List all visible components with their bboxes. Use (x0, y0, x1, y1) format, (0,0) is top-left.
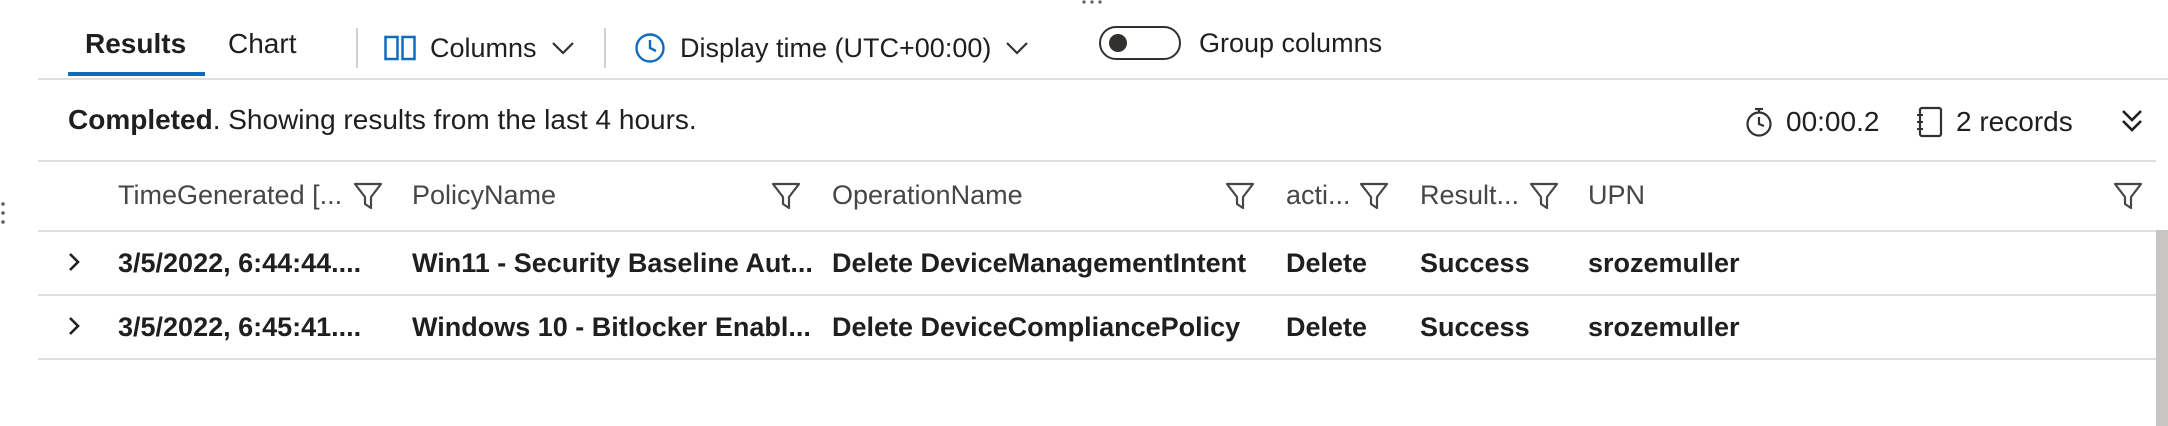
row-divider-line (38, 294, 2156, 296)
stopwatch-icon (1746, 107, 1772, 137)
filter-icon[interactable] (1224, 180, 1256, 212)
table-cell: Delete (1286, 312, 1368, 342)
tab-results[interactable]: Results (85, 28, 186, 60)
column-header-result[interactable]: Result... (1420, 180, 1519, 211)
toolbar-divider (604, 28, 606, 68)
columns-label: Columns (430, 32, 537, 63)
display-time-label: Display time (UTC+00:00) (680, 32, 992, 63)
column-header-timegenerated[interactable]: TimeGenerated [... (118, 180, 342, 211)
pane-resize-handle[interactable] (0, 200, 8, 230)
display-time-dropdown[interactable]: Display time (UTC+00:00) (634, 28, 1029, 68)
columns-icon (384, 35, 416, 61)
status-completed: Completed (68, 104, 213, 135)
table-cell: Delete DeviceManagementIntent (832, 248, 1247, 278)
table-cell: 3/5/2022, 6:44:44.... (118, 248, 362, 278)
chevron-down-icon (551, 42, 574, 55)
row-divider-line (38, 358, 2156, 360)
vertical-scrollbar[interactable] (2156, 230, 2168, 426)
column-header-policyname[interactable]: PolicyName (412, 180, 556, 211)
row-expand-chevron-icon[interactable] (64, 316, 84, 336)
status-message: . Showing results from the last 4 hours. (212, 104, 697, 135)
chevron-down-icon (1006, 42, 1029, 55)
filter-icon[interactable] (2112, 180, 2144, 212)
status-divider-line (38, 160, 2156, 162)
table-cell: Success (1420, 312, 1530, 342)
column-header-action[interactable]: acti... (1286, 180, 1351, 211)
clock-icon (635, 33, 665, 63)
record-count: 2 records (1916, 100, 2073, 144)
tab-chart[interactable]: Chart (228, 28, 296, 60)
notebook-icon (1917, 106, 1943, 138)
records-value: 2 records (1956, 106, 2073, 137)
table-cell: Delete (1286, 248, 1368, 278)
overflow-dots-icon (1082, 0, 1102, 4)
column-header-operationname[interactable]: OperationName (832, 180, 1023, 211)
filter-icon[interactable] (1358, 180, 1390, 212)
query-duration: 00:00.2 (1744, 100, 1879, 144)
table-cell: srozemuller (1588, 248, 1740, 278)
toolbar-divider (356, 28, 358, 68)
toggle-knob (1109, 34, 1127, 52)
duration-value: 00:00.2 (1786, 106, 1880, 137)
active-tab-indicator (68, 72, 205, 76)
filter-icon[interactable] (1528, 180, 1560, 212)
expand-chevrons-icon[interactable] (2120, 108, 2144, 134)
table-cell: 3/5/2022, 6:45:41.... (118, 312, 362, 342)
query-status: Completed. Showing results from the last… (68, 104, 697, 136)
group-columns-label: Group columns (1199, 28, 1383, 58)
table-cell: srozemuller (1588, 312, 1740, 342)
table-cell: Success (1420, 248, 1530, 278)
header-divider-line (38, 230, 2156, 232)
columns-button[interactable]: Columns (384, 28, 575, 68)
filter-icon[interactable] (352, 180, 384, 212)
table-cell: Delete DeviceCompliancePolicy (832, 312, 1241, 342)
group-columns-toggle[interactable] (1099, 26, 1181, 60)
row-expand-chevron-icon[interactable] (64, 252, 84, 272)
filter-icon[interactable] (770, 180, 802, 212)
column-header-upn[interactable]: UPN (1588, 180, 1645, 211)
table-cell: Windows 10 - Bitlocker Enabl... (412, 312, 811, 342)
toolbar-divider-line (38, 78, 2168, 80)
table-cell: Win11 - Security Baseline Aut... (412, 248, 813, 278)
